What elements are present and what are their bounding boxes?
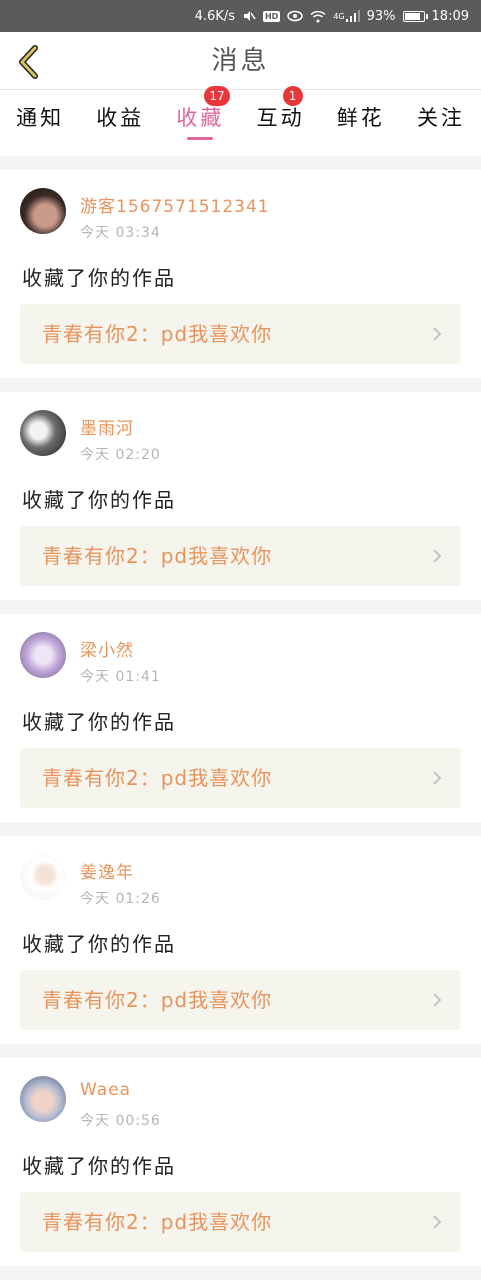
eye-icon bbox=[287, 10, 304, 22]
username[interactable]: Waea bbox=[80, 1080, 131, 1100]
list-item: 墨雨河 今天 02:20 收藏了你的作品 青春有你2：pd我喜欢你 bbox=[0, 392, 481, 600]
tab-notice[interactable]: 通知 bbox=[0, 90, 80, 156]
list-item: Waea 今天 00:56 收藏了你的作品 青春有你2：pd我喜欢你 bbox=[0, 1058, 481, 1266]
tab-label: 鲜花 bbox=[336, 106, 385, 130]
action-text: 收藏了你的作品 bbox=[22, 488, 176, 512]
tab-label: 通知 bbox=[16, 106, 65, 130]
work-link[interactable]: 青春有你2：pd我喜欢你 bbox=[20, 748, 461, 808]
network-speed: 4.6K/s bbox=[194, 8, 235, 24]
clock: 18:09 bbox=[431, 8, 469, 24]
tab-label: 互动 bbox=[256, 106, 305, 130]
network-type: 4G bbox=[333, 11, 345, 21]
page-title: 消息 bbox=[211, 46, 270, 76]
mute-icon bbox=[242, 9, 256, 23]
hd-icon: HD bbox=[262, 10, 281, 22]
action-text: 收藏了你的作品 bbox=[22, 266, 176, 290]
tab-flowers[interactable]: 鲜花 bbox=[321, 90, 401, 156]
chevron-right-icon bbox=[433, 327, 442, 341]
username[interactable]: 梁小然 bbox=[80, 636, 134, 661]
avatar[interactable] bbox=[20, 854, 66, 900]
timestamp: 今天 01:26 bbox=[80, 891, 161, 907]
timestamp: 今天 01:41 bbox=[80, 669, 161, 685]
tab-label: 收藏 bbox=[176, 106, 225, 130]
action-text: 收藏了你的作品 bbox=[22, 932, 176, 956]
tab-favorites[interactable]: 收藏 17 bbox=[160, 86, 240, 156]
battery-percent: 93% bbox=[366, 8, 396, 24]
username[interactable]: 姜逸年 bbox=[80, 858, 134, 883]
avatar[interactable] bbox=[20, 410, 66, 456]
chevron-right-icon bbox=[433, 1215, 442, 1229]
signal-icon: 4G bbox=[333, 10, 360, 22]
battery-icon bbox=[402, 10, 428, 22]
tab-earnings[interactable]: 收益 bbox=[80, 90, 160, 156]
chevron-left-icon bbox=[19, 45, 38, 79]
list-item: 梁小然 今天 01:41 收藏了你的作品 青春有你2：pd我喜欢你 bbox=[0, 614, 481, 822]
tab-bar: 通知 收益 收藏 17 互动 1 鲜花 关注 bbox=[0, 86, 481, 156]
username[interactable]: 墨雨河 bbox=[80, 414, 134, 439]
work-link[interactable]: 青春有你2：pd我喜欢你 bbox=[20, 970, 461, 1030]
work-link[interactable]: 青春有你2：pd我喜欢你 bbox=[20, 304, 461, 364]
work-link[interactable]: 青春有你2：pd我喜欢你 bbox=[20, 1192, 461, 1252]
nav-bar: 消息 bbox=[0, 32, 481, 90]
avatar[interactable] bbox=[20, 1076, 66, 1122]
timestamp: 今天 02:20 bbox=[80, 447, 161, 463]
work-title: 青春有你2：pd我喜欢你 bbox=[42, 988, 273, 1012]
unread-badge: 17 bbox=[204, 86, 230, 106]
list-item: 游客1567571512341 今天 03:34 收藏了你的作品 青春有你2：p… bbox=[0, 170, 481, 378]
back-button[interactable] bbox=[8, 40, 48, 84]
chevron-right-icon bbox=[433, 993, 442, 1007]
wifi-icon bbox=[310, 10, 326, 23]
tab-label: 关注 bbox=[416, 106, 465, 130]
list-item: 姜逸年 今天 01:26 收藏了你的作品 青春有你2：pd我喜欢你 bbox=[0, 836, 481, 1044]
avatar[interactable] bbox=[20, 188, 66, 234]
status-bar: 4.6K/s HD 4G 93% 18:09 bbox=[0, 0, 481, 32]
unread-badge: 1 bbox=[282, 86, 303, 106]
active-tab-indicator bbox=[187, 137, 214, 140]
message-list: 游客1567571512341 今天 03:34 收藏了你的作品 青春有你2：p… bbox=[0, 170, 481, 1280]
timestamp: 今天 03:34 bbox=[80, 225, 161, 241]
work-title: 青春有你2：pd我喜欢你 bbox=[42, 1210, 273, 1234]
battery-fill bbox=[404, 12, 421, 20]
work-link[interactable]: 青春有你2：pd我喜欢你 bbox=[20, 526, 461, 586]
tab-follow[interactable]: 关注 bbox=[401, 90, 481, 156]
work-title: 青春有你2：pd我喜欢你 bbox=[42, 766, 273, 790]
tab-label: 收益 bbox=[96, 106, 145, 130]
timestamp: 今天 00:56 bbox=[80, 1113, 161, 1129]
action-text: 收藏了你的作品 bbox=[22, 710, 176, 734]
work-title: 青春有你2：pd我喜欢你 bbox=[42, 544, 273, 568]
action-text: 收藏了你的作品 bbox=[22, 1154, 176, 1178]
avatar[interactable] bbox=[20, 632, 66, 678]
chevron-right-icon bbox=[433, 771, 442, 785]
work-title: 青春有你2：pd我喜欢你 bbox=[42, 322, 273, 346]
chevron-right-icon bbox=[433, 549, 442, 563]
tab-interaction[interactable]: 互动 1 bbox=[241, 86, 321, 156]
username[interactable]: 游客1567571512341 bbox=[80, 192, 270, 217]
